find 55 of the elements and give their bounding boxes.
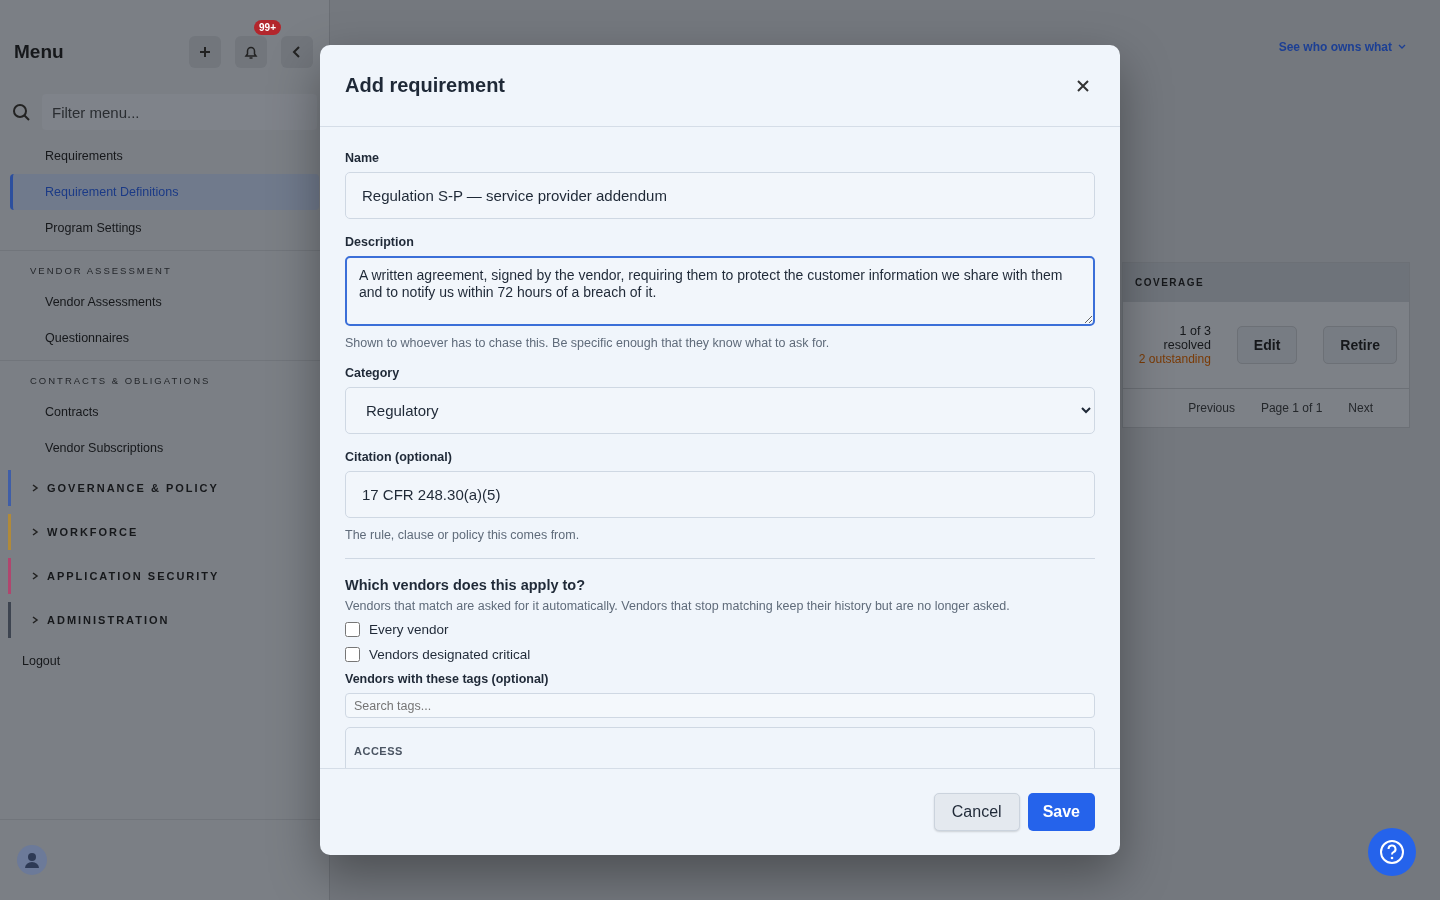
chevron-right-icon bbox=[31, 572, 39, 580]
menu-item[interactable]: Questionnaires bbox=[10, 320, 319, 356]
chevron-right-icon bbox=[31, 528, 39, 536]
field-label: Citation (optional) bbox=[345, 450, 453, 464]
section-description: Vendors that match are asked for it automatically. Vendors that stop matching keep their history but are no longer asked. bbox=[345, 599, 1011, 613]
menu-title: Menu bbox=[14, 41, 65, 63]
previous-button[interactable]: Previous bbox=[1188, 401, 1235, 415]
collapse-button[interactable] bbox=[281, 36, 313, 68]
tag-group-title: ACCESS bbox=[354, 745, 403, 757]
category-select[interactable]: Regulatory bbox=[345, 387, 1095, 434]
tag-search-field[interactable]: Search tags... bbox=[345, 693, 1095, 718]
filter-field[interactable]: Filter menu... bbox=[42, 94, 317, 130]
cancel-button[interactable]: Cancel bbox=[933, 793, 1020, 831]
page-indicator: Page 1 of 1 bbox=[1260, 401, 1323, 415]
dialog-title: Add requirement bbox=[345, 74, 506, 97]
avatar-icon bbox=[16, 844, 48, 876]
action-button[interactable]: Edit bbox=[1236, 326, 1298, 364]
search-icon bbox=[12, 103, 30, 121]
menu-item[interactable]: Requirements bbox=[10, 138, 319, 174]
checkbox[interactable] bbox=[345, 622, 360, 637]
checkbox-label: Vendors designated critical bbox=[369, 647, 531, 662]
checkbox[interactable] bbox=[345, 647, 360, 662]
chevron-right-icon bbox=[31, 484, 39, 492]
add-button[interactable] bbox=[189, 36, 221, 68]
menu-item[interactable]: Vendor Subscriptions bbox=[10, 430, 319, 466]
field-hint: The rule, clause or policy this comes from. bbox=[345, 528, 581, 542]
field-label: Vendors with these tags (optional) bbox=[345, 672, 550, 686]
field-label: Category bbox=[345, 366, 401, 380]
status-text: 2 outstanding bbox=[1137, 352, 1211, 366]
field-label: Description bbox=[345, 235, 415, 249]
checkbox-label: Every vendor bbox=[369, 622, 449, 637]
menu-item[interactable]: Program Settings bbox=[10, 210, 319, 246]
chevron-left-icon bbox=[292, 46, 302, 58]
field-label: Name bbox=[345, 151, 381, 165]
citation-field[interactable]: 17 CFR 248.30(a)(5) bbox=[345, 471, 1095, 518]
next-button[interactable]: Next bbox=[1348, 401, 1373, 415]
menu-item[interactable]: Contracts bbox=[10, 394, 319, 430]
section-heading: Which vendors does this apply to? bbox=[345, 577, 587, 593]
action-button[interactable]: Retire bbox=[1323, 326, 1397, 364]
bell-button[interactable] bbox=[235, 36, 267, 68]
menu-item[interactable]: Requirement Definitions bbox=[10, 174, 319, 210]
chevron-right-icon bbox=[31, 616, 39, 624]
close-icon bbox=[1077, 79, 1089, 92]
description-field[interactable]: A written agreement, signed by the vendor, requiring them to protect the customer information we share with them and to notify us within 72 hours of a breach of it. bbox=[345, 256, 1095, 326]
save-button[interactable]: Save bbox=[1027, 793, 1095, 831]
plus-icon bbox=[199, 46, 211, 58]
help-icon bbox=[1379, 839, 1405, 865]
table-cell: 1 of 3 resolved bbox=[1163, 324, 1211, 352]
bell-icon bbox=[243, 44, 259, 60]
chevron-down-icon bbox=[1398, 44, 1406, 50]
field-hint: Shown to whoever has to chase this. Be specific enough that they know what to ask for. bbox=[345, 336, 831, 350]
column-header: COVERAGE bbox=[1123, 263, 1409, 302]
name-field[interactable]: Regulation S-P — service provider addendum bbox=[345, 172, 1095, 219]
notification-badge: 99+ bbox=[254, 20, 281, 35]
menu-item[interactable]: Vendor Assessments bbox=[10, 284, 319, 320]
